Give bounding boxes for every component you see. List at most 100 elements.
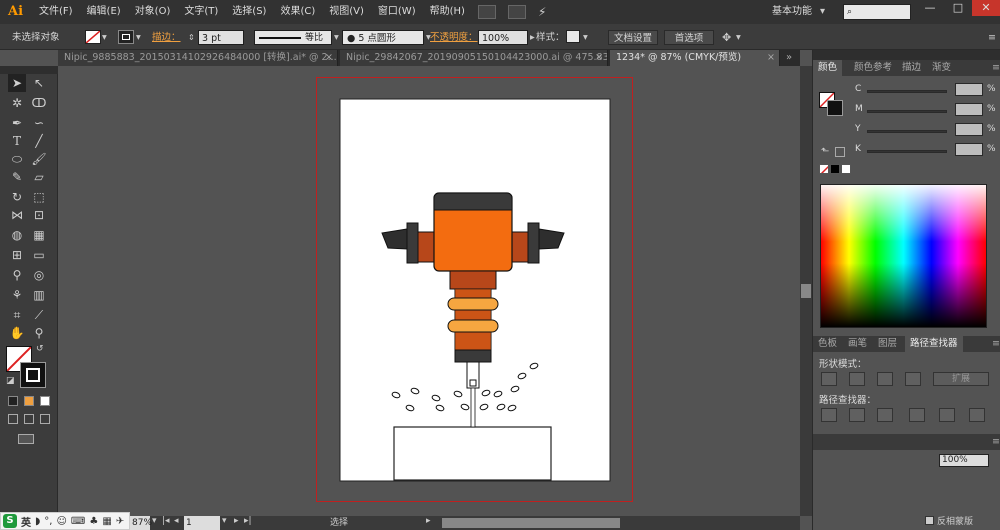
first-artboard-icon[interactable]: |◂ [162, 516, 170, 526]
color-panel-stroke[interactable] [827, 100, 843, 116]
skin-icon[interactable]: ♣ [89, 516, 98, 527]
swatch-none[interactable] [819, 164, 829, 174]
opacity-input[interactable]: 100% [478, 30, 528, 45]
ellipse-tool-icon[interactable]: ⬭ [8, 150, 26, 168]
tab-color-guide[interactable]: 颜色参考 [849, 60, 897, 76]
out-of-web-gamut-icon[interactable]: ⬑ [821, 146, 829, 157]
gradient-tool-icon[interactable]: ▭ [30, 246, 48, 264]
swatch-black[interactable] [830, 164, 840, 174]
tab-swatches[interactable]: 色板 [813, 336, 842, 352]
perspective-grid-tool-icon[interactable]: ▦ [30, 226, 48, 244]
slider-yellow[interactable]: Y % [855, 123, 996, 138]
workspace-switcher[interactable]: 基本功能 [772, 0, 812, 24]
tab-close-icon[interactable]: × [595, 50, 603, 66]
bridge-icon[interactable] [477, 5, 496, 19]
pencil-tool-icon[interactable]: ✎ [8, 168, 26, 186]
outline-icon[interactable] [939, 408, 955, 422]
menu-file[interactable]: 文件(F) [32, 0, 80, 24]
artboard-dropdown-icon[interactable]: ▾ [222, 516, 227, 526]
toolbar-grip[interactable] [0, 66, 58, 74]
draw-inside-icon[interactable] [40, 414, 50, 424]
yellow-value[interactable] [955, 123, 983, 136]
expand-button[interactable]: 扩展 [933, 372, 989, 386]
variable-width-profile[interactable]: 等比 [254, 30, 332, 45]
trim-icon[interactable] [849, 408, 865, 422]
search-input[interactable]: ⌕ [843, 4, 911, 20]
swap-fill-stroke-icon[interactable]: ↺ [36, 344, 44, 354]
menu-object[interactable]: 对象(O) [128, 0, 178, 24]
gradient-mode-icon[interactable] [24, 396, 34, 406]
panel-menu-icon[interactable]: ≡ [987, 434, 1000, 450]
brush-definition[interactable]: ● 5 点圆形 [342, 30, 424, 45]
zoom-dropdown-icon[interactable]: ▾ [152, 516, 157, 526]
document-setup-button[interactable]: 文档设置 [608, 30, 658, 45]
stroke-color-box[interactable] [20, 362, 46, 388]
lasso-tool-icon[interactable]: ↀ [30, 94, 48, 112]
tab-document-2[interactable]: Nipic_29842067_20190905150104423000.ai @… [340, 50, 608, 66]
transform-icon[interactable]: ✥ [722, 30, 731, 45]
zoom-level[interactable]: 87% [130, 516, 152, 530]
shape-builder-tool-icon[interactable]: ◍ [8, 226, 26, 244]
hand-tool-icon[interactable]: ✋ [8, 324, 26, 342]
free-transform-tool-icon[interactable]: ⊡ [30, 206, 48, 224]
slider-black[interactable]: K % [855, 143, 996, 158]
blend-tool-icon[interactable]: ◎ [30, 266, 48, 284]
preferences-button[interactable]: 首选项 [664, 30, 714, 45]
menu-type[interactable]: 文字(T) [177, 0, 225, 24]
opacity-label[interactable]: 不透明度： [430, 30, 478, 45]
invert-mask-checkbox[interactable] [925, 516, 934, 525]
color-spectrum[interactable] [820, 184, 987, 328]
direct-selection-tool-icon[interactable]: ↖ [30, 74, 48, 92]
ime-language[interactable]: 英 [21, 514, 31, 529]
draw-normal-icon[interactable] [8, 414, 18, 424]
opacity-field[interactable]: 100% [939, 454, 989, 467]
web-safe-swatch[interactable] [835, 147, 845, 157]
paintbrush-tool-icon[interactable]: 🖌 [30, 150, 48, 168]
scale-tool-icon[interactable]: ⬚ [30, 188, 48, 206]
style-swatch[interactable] [566, 30, 580, 43]
vertical-scroll-thumb[interactable] [801, 284, 811, 298]
eyedropper-tool-icon[interactable]: ⚲ [8, 266, 26, 284]
swatch-white[interactable] [841, 164, 851, 174]
stroke-stepper[interactable]: ⇕ [188, 30, 195, 45]
minimize-button[interactable]: — [916, 0, 944, 16]
arrange-documents-icon[interactable] [507, 5, 526, 19]
panel-menu-icon[interactable]: ≡ [987, 60, 1000, 76]
stroke-label[interactable]: 描边： [152, 30, 181, 45]
tab-document-1[interactable]: Nipic_9885883_20150314102926484000 [转换].… [58, 50, 338, 66]
zoom-tool-icon[interactable]: ⚲ [30, 324, 48, 342]
horizontal-scroll-thumb[interactable] [442, 518, 620, 528]
screen-mode-icon[interactable] [18, 434, 34, 444]
column-graph-tool-icon[interactable]: ▥ [30, 286, 48, 304]
width-tool-icon[interactable]: ⋈ [8, 206, 26, 224]
canvas[interactable] [58, 66, 800, 516]
magic-wand-tool-icon[interactable]: ✲ [8, 94, 26, 112]
tab-close-icon[interactable]: × [325, 50, 333, 66]
selection-tool-icon[interactable]: ➤ [8, 74, 26, 92]
crop-icon[interactable] [909, 408, 925, 422]
tab-layers[interactable]: 图层 [873, 336, 902, 352]
symbol-sprayer-tool-icon[interactable]: ⚘ [8, 286, 26, 304]
artboard-tool-icon[interactable]: ⌗ [8, 306, 26, 324]
magenta-value[interactable] [955, 103, 983, 116]
tab-pathfinder[interactable]: 路径查找器 [905, 336, 963, 352]
default-fill-stroke-icon[interactable]: ◪ [6, 376, 15, 386]
minus-front-icon[interactable] [849, 372, 865, 386]
prev-artboard-icon[interactable]: ◂ [174, 516, 179, 526]
divide-icon[interactable] [821, 408, 837, 422]
style-dropdown-icon[interactable]: ▾ [583, 30, 588, 45]
workspace-dropdown-icon[interactable]: ▾ [820, 0, 825, 24]
cyan-value[interactable] [955, 83, 983, 96]
menu-window[interactable]: 窗口(W) [371, 0, 423, 24]
transform-dropdown-icon[interactable]: ▾ [736, 30, 741, 45]
last-artboard-icon[interactable]: ▸| [244, 516, 252, 526]
stroke-dropdown-icon[interactable]: ▾ [136, 30, 141, 45]
intersect-icon[interactable] [877, 372, 893, 386]
status-menu-icon[interactable]: ▸ [426, 516, 431, 526]
draw-behind-icon[interactable] [24, 414, 34, 424]
next-artboard-icon[interactable]: ▸ [234, 516, 239, 526]
slider-magenta[interactable]: M % [855, 103, 996, 118]
panel-grip[interactable] [813, 50, 1000, 60]
keyboard-icon[interactable]: ⌨ [71, 516, 85, 527]
menu-help[interactable]: 帮助(H) [423, 0, 472, 24]
